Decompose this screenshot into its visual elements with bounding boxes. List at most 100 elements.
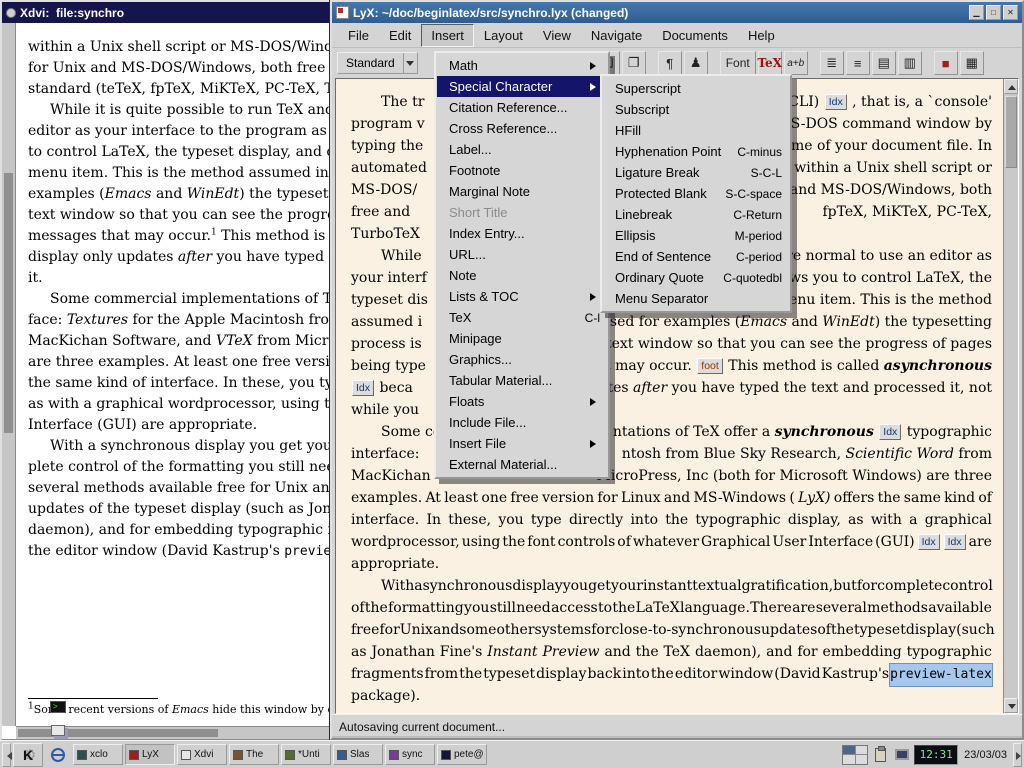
klipper-icon[interactable] [870, 745, 890, 765]
insert-menu-item-url[interactable]: URL... [437, 244, 607, 265]
insert-menu-item-minipage[interactable]: Minipage [437, 328, 607, 349]
index-inset[interactable]: Idx [352, 380, 374, 396]
insert-menu-item-include-file[interactable]: Include File... [437, 412, 607, 433]
enumerate-icon[interactable]: ≡ [846, 51, 870, 75]
special-char-item-ellipsis[interactable]: EllipsisM-period [603, 225, 789, 246]
special-char-item-linebreak[interactable]: LinebreakC-Return [603, 204, 789, 225]
index-inset[interactable]: Idx [918, 534, 940, 550]
pager-desktop-4[interactable] [856, 755, 868, 764]
desktop-pager[interactable] [842, 745, 868, 765]
insert-menu-item-tex[interactable]: TeXC-l [437, 307, 607, 328]
xdvi-window: Xdvi: file:synchro within a Unix shell s… [0, 0, 337, 741]
insert-menu-item-special-character[interactable]: Special Character [437, 76, 607, 97]
pager-desktop-3[interactable] [843, 755, 855, 764]
insert-menu-item-label[interactable]: Label... [437, 139, 607, 160]
insert-menu-item-cross-reference[interactable]: Cross Reference... [437, 118, 607, 139]
insert-menu-item-index-entry[interactable]: Index Entry... [437, 223, 607, 244]
menu-documents[interactable]: Documents [652, 24, 738, 47]
text-line: the same kind of interface. In these, yo… [28, 373, 335, 394]
konqueror-launcher-icon[interactable] [45, 743, 71, 767]
panel-hide-right-button[interactable] [1013, 743, 1022, 767]
paste-icon[interactable]: ❐ [622, 51, 646, 75]
special-char-item-protected-blank[interactable]: Protected BlankS-C-space [603, 183, 789, 204]
insert-menu-item-graphics[interactable]: Graphics... [437, 349, 607, 370]
insert-menu-item-lists-toc[interactable]: Lists & TOC [437, 286, 607, 307]
text-line: interface.Inthese,youtypedirectlyintothe… [351, 509, 992, 531]
maximize-button[interactable]: □ [986, 5, 1001, 20]
special-char-item-hyphenation-point[interactable]: Hyphenation PointC-minus [603, 141, 789, 162]
minimize-button[interactable]: ▁ [969, 5, 984, 20]
menu-file[interactable]: File [338, 24, 379, 47]
index-inset[interactable]: Idx [879, 424, 901, 440]
insert-menu-item-tabular-material[interactable]: Tabular Material... [437, 370, 607, 391]
insert-menu-item-external-material[interactable]: External Material... [437, 454, 607, 475]
minipage-icon[interactable]: ■ [934, 51, 958, 75]
depth-plus-icon[interactable]: ▤ [872, 51, 896, 75]
taskbar-task-xclo[interactable]: xclo [73, 744, 123, 765]
text-line: appropriate. [351, 553, 992, 575]
font-button[interactable]: Font [720, 51, 756, 75]
text-line: fragmentsfromthetypesetdisplaybackintoth… [351, 663, 992, 685]
display-settings-icon[interactable] [892, 745, 912, 765]
insert-menu-item-math[interactable]: Math [437, 55, 607, 76]
taskbar-task-pete[interactable]: pete@ [437, 744, 487, 765]
insert-menu-item-floats[interactable]: Floats [437, 391, 607, 412]
xdvi-titlebar[interactable]: Xdvi: file:synchro [2, 2, 335, 23]
menu-navigate[interactable]: Navigate [581, 24, 652, 47]
scrollbar-thumb[interactable] [1005, 96, 1017, 168]
index-inset[interactable]: Idx [825, 94, 847, 110]
taskbar-task-slas[interactable]: Slas [333, 744, 383, 765]
insert-menu-item-citation-reference[interactable]: Citation Reference... [437, 97, 607, 118]
insert-menu-item-marginal-note[interactable]: Marginal Note [437, 181, 607, 202]
pager-desktop-1[interactable] [843, 746, 855, 755]
k-menu-button[interactable]: ⚙ K [13, 743, 43, 767]
paragraph-style-select[interactable]: Standard [337, 52, 418, 74]
lyx-titlebar[interactable]: LyX: ~/doc/beginlatex/src/synchro.lyx (c… [332, 2, 1022, 23]
taskbar-task-unti[interactable]: *Unti [281, 744, 331, 765]
tex-mode-icon[interactable]: TeX [758, 51, 782, 75]
insert-menu-item-footnote[interactable]: Footnote [437, 160, 607, 181]
taskbar-task-the[interactable]: The [229, 744, 279, 765]
special-char-item-subscript[interactable]: Subscript [603, 99, 789, 120]
scroll-down-icon[interactable] [1004, 698, 1018, 713]
taskbar-task-sync[interactable]: sync [385, 744, 435, 765]
submenu-arrow-icon [590, 293, 600, 301]
math-mode-icon[interactable]: a+b [784, 51, 808, 75]
insert-menu-item-insert-file[interactable]: Insert File [437, 433, 607, 454]
task-icon [337, 750, 347, 760]
scroll-up-icon[interactable] [1004, 79, 1018, 94]
depth-minus-icon[interactable]: ▥ [898, 51, 922, 75]
special-char-item-ordinary-quote[interactable]: Ordinary QuoteC-quotedbl [603, 267, 789, 288]
menu-view[interactable]: View [533, 24, 581, 47]
panel-hide-left-button[interactable] [2, 743, 11, 767]
menu-help[interactable]: Help [738, 24, 785, 47]
special-char-item-superscript[interactable]: Superscript [603, 78, 789, 99]
taskbar-task-lyx[interactable]: LyX [125, 744, 175, 765]
pilcrow-icon[interactable]: ¶ [658, 51, 682, 75]
pager-desktop-2[interactable] [856, 746, 868, 755]
chevron-down-icon[interactable] [403, 53, 417, 73]
index-inset[interactable]: Idx [944, 534, 966, 550]
footnote-inset[interactable]: foot [697, 358, 723, 374]
lyx-app-icon[interactable] [336, 6, 349, 19]
itemize-icon[interactable]: ≣ [820, 51, 844, 75]
window-pin-icon[interactable] [6, 8, 16, 18]
special-char-item-end-of-sentence[interactable]: End of SentenceC-period [603, 246, 789, 267]
special-char-item-hfill[interactable]: HFill [603, 120, 789, 141]
konsole-launcher-icon[interactable] [45, 695, 71, 719]
insert-menu-item-note[interactable]: Note [437, 265, 607, 286]
menu-layout[interactable]: Layout [474, 24, 533, 47]
scrollbar-thumb[interactable] [4, 173, 13, 433]
table-icon[interactable]: ▦ [960, 51, 984, 75]
desktop-launcher-icon[interactable] [45, 719, 71, 743]
special-char-item-menu-separator[interactable]: Menu Separator [603, 288, 789, 309]
menu-insert[interactable]: Insert [421, 24, 474, 47]
noun-icon[interactable]: ♟ [684, 51, 708, 75]
special-char-item-ligature-break[interactable]: Ligature BreakS-C-L [603, 162, 789, 183]
taskbar-task-xdvi[interactable]: Xdvi [177, 744, 227, 765]
insert-menu-item-short-title[interactable]: Short Title [437, 202, 607, 223]
menu-edit[interactable]: Edit [379, 24, 421, 47]
document-vertical-scrollbar[interactable] [1003, 79, 1018, 713]
xdvi-vertical-scrollbar[interactable] [2, 23, 16, 726]
close-button[interactable]: ✕ [1003, 5, 1018, 20]
